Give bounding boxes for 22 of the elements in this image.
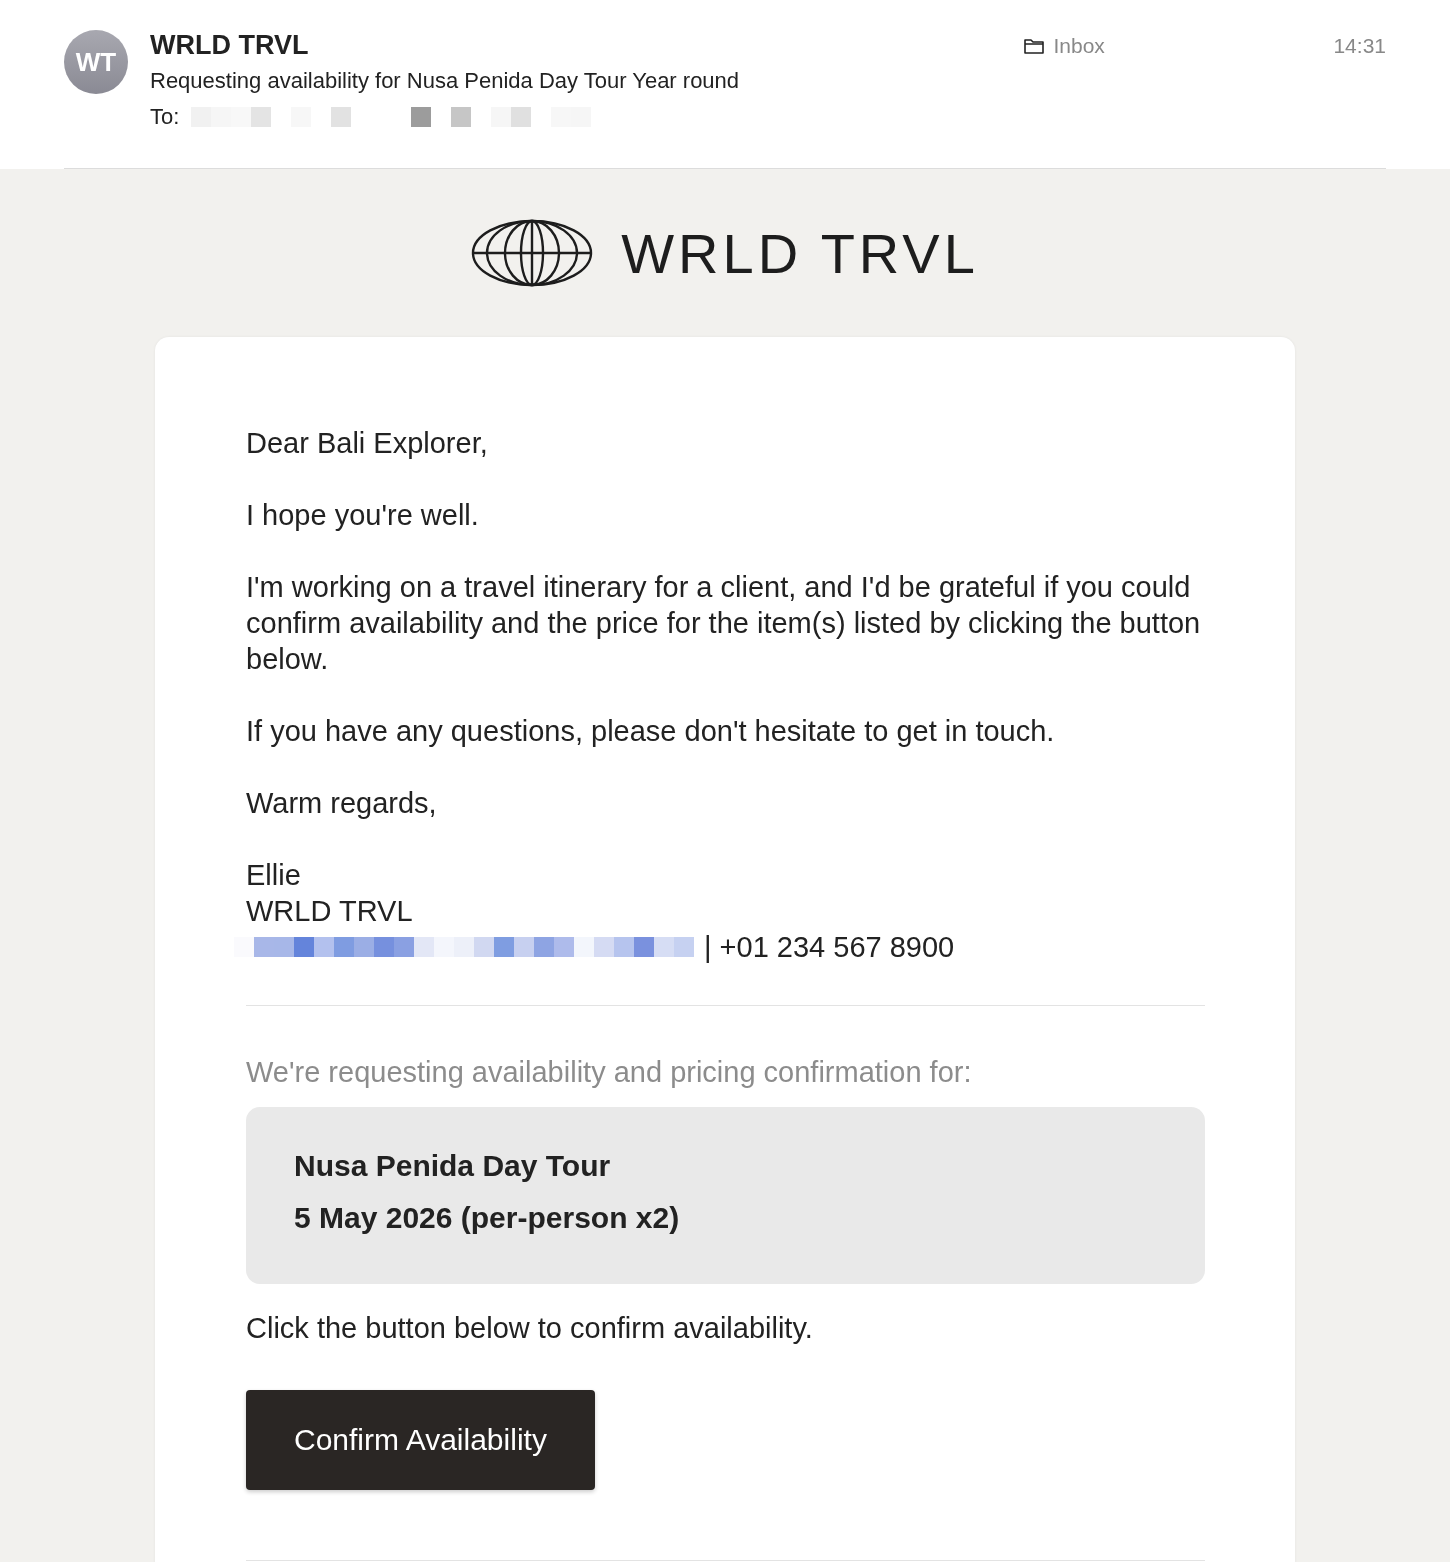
signature-company: WRLD TRVL	[246, 894, 414, 929]
email-subject: Requesting availability for Nusa Penida Day Tour Year round	[150, 68, 741, 94]
body-paragraph: If you have any questions, please don't hesitate to get in touch.	[246, 714, 1056, 749]
request-item: 5 May 2026 (per-person x2)	[294, 1200, 681, 1236]
sender-name: WRLD TRVL	[150, 30, 310, 60]
sender-avatar: WT	[64, 30, 128, 94]
body-paragraph: I hope you're well.	[246, 498, 480, 533]
globe-logo-icon	[471, 219, 594, 287]
folder-icon	[1023, 37, 1046, 55]
body-paragraph: Warm regards,	[246, 786, 438, 821]
brand-wordmark: WRLD TRVL	[621, 220, 979, 286]
to-label: To:	[150, 104, 180, 130]
request-intro: We're requesting availability and pricing confirmation for:	[246, 1055, 973, 1090]
email-time: 14:31	[1333, 34, 1386, 58]
request-note: Click the button below to confirm availability.	[246, 1311, 814, 1346]
signature-name: Ellie	[246, 858, 302, 893]
body-paragraph: I'm working on a travel itinerary for a client, and I'd be grateful if you could confirm availability and the price for the item(s) listed by clicking the button below.	[246, 570, 1202, 677]
folder-name: Inbox	[1053, 34, 1105, 58]
confirm-availability-button[interactable]: Confirm Availability	[246, 1390, 595, 1490]
signature-phone: | +01 234 567 8900	[704, 930, 955, 965]
body-paragraph: Dear Bali Explorer,	[246, 426, 489, 461]
request-item: Nusa Penida Day Tour	[294, 1148, 612, 1184]
